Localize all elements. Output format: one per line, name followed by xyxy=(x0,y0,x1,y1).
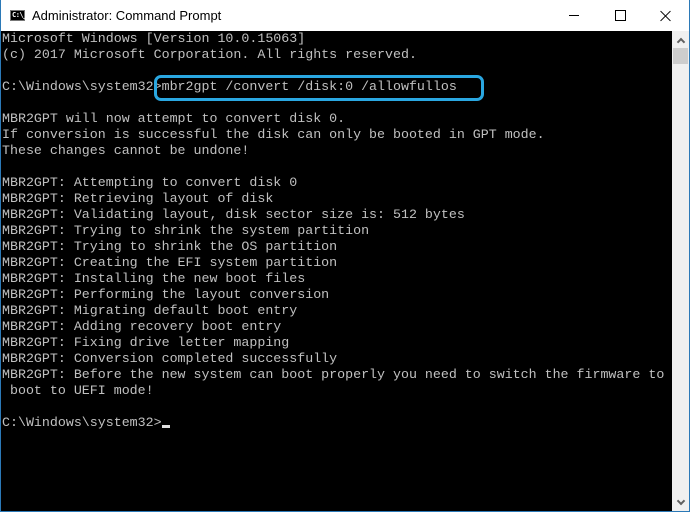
scroll-down-button[interactable] xyxy=(672,494,689,511)
console-line-text: boot to UEFI mode! xyxy=(2,383,154,398)
text-cursor xyxy=(161,425,170,428)
cmd-icon: C:\_ xyxy=(10,10,27,21)
console-line-text: MBR2GPT: Conversion completed successful… xyxy=(2,351,338,366)
console-line-text: MBR2GPT: Adding recovery boot entry xyxy=(2,319,282,334)
console-line: MBR2GPT: Trying to shrink the system par… xyxy=(2,223,664,239)
console-line: MBR2GPT: Conversion completed successful… xyxy=(2,351,664,367)
console-line: If conversion is successful the disk can… xyxy=(2,127,664,143)
console-line-text: MBR2GPT: Fixing drive letter mapping xyxy=(2,335,290,350)
console-line: These changes cannot be undone! xyxy=(2,143,664,159)
console-line-text: MBR2GPT: Retrieving layout of disk xyxy=(2,191,274,206)
title-bar[interactable]: C:\_ Administrator: Command Prompt xyxy=(1,0,689,31)
command-prompt-window: C:\_ Administrator: Command Prompt Micro… xyxy=(0,0,690,512)
console-line: MBR2GPT: Adding recovery boot entry xyxy=(2,319,664,335)
console-line: MBR2GPT: Retrieving layout of disk xyxy=(2,191,664,207)
console-line-text: MBR2GPT: Migrating default boot entry xyxy=(2,303,298,318)
prompt-line: C:\Windows\system32> xyxy=(2,415,664,431)
console-line: Microsoft Windows [Version 10.0.15063] xyxy=(2,31,664,47)
console-line: MBR2GPT: Trying to shrink the OS partiti… xyxy=(2,239,664,255)
console-line-text: C:\Windows\system32> xyxy=(2,415,162,430)
console-line: MBR2GPT: Migrating default boot entry xyxy=(2,303,664,319)
console-line-text: MBR2GPT will now attempt to convert disk… xyxy=(2,111,346,126)
minimize-icon xyxy=(569,15,579,16)
console-line: MBR2GPT: Fixing drive letter mapping xyxy=(2,335,664,351)
close-button[interactable] xyxy=(643,0,689,31)
scrollbar-thumb[interactable] xyxy=(673,48,688,64)
console-line: MBR2GPT: Installing the new boot files xyxy=(2,271,664,287)
command-highlight-box xyxy=(154,75,484,101)
console-line-text: MBR2GPT: Trying to shrink the system par… xyxy=(2,223,370,238)
scroll-up-arrow-icon xyxy=(676,37,685,46)
console-line-text: MBR2GPT: Trying to shrink the OS partiti… xyxy=(2,239,338,254)
vertical-scrollbar[interactable] xyxy=(672,31,689,511)
console-output[interactable]: Microsoft Windows [Version 10.0.15063] (c… xyxy=(1,31,672,511)
minimize-button[interactable] xyxy=(551,0,597,31)
console-line-text: MBR2GPT: Validating layout, disk sector … xyxy=(2,207,465,222)
console-line-text: If conversion is successful the disk can… xyxy=(2,127,545,142)
console-line: (c) 2017 Microsoft Corporation. All righ… xyxy=(2,47,664,63)
console-line-text: (c) 2017 Microsoft Corporation. All righ… xyxy=(2,47,417,62)
console-line-text: MBR2GPT: Installing the new boot files xyxy=(2,271,306,286)
console-line-text: MBR2GPT: Creating the EFI system partiti… xyxy=(2,255,338,270)
console-line-text: These changes cannot be undone! xyxy=(2,143,250,158)
console-line-text: MBR2GPT: Before the new system can boot … xyxy=(2,367,665,382)
console-line: MBR2GPT will now attempt to convert disk… xyxy=(2,111,664,127)
scroll-down-arrow-icon xyxy=(676,496,685,505)
scroll-up-button[interactable] xyxy=(672,31,689,48)
close-icon xyxy=(660,10,672,22)
console-line-text: MBR2GPT: Performing the layout conversio… xyxy=(2,287,330,302)
cmd-icon-glyph: C:\_ xyxy=(12,11,27,19)
console-line: boot to UEFI mode! xyxy=(2,383,664,399)
console-line-text: MBR2GPT: Attempting to convert disk 0 xyxy=(2,175,298,190)
maximize-icon xyxy=(614,10,626,21)
console-line: MBR2GPT: Attempting to convert disk 0 xyxy=(2,175,664,191)
console-line: MBR2GPT: Creating the EFI system partiti… xyxy=(2,255,664,271)
window-title: Administrator: Command Prompt xyxy=(32,8,222,23)
console-line: MBR2GPT: Performing the layout conversio… xyxy=(2,287,664,303)
console-line: MBR2GPT: Validating layout, disk sector … xyxy=(2,207,664,223)
maximize-button[interactable] xyxy=(597,0,643,31)
console-line: MBR2GPT: Before the new system can boot … xyxy=(2,367,664,383)
console-line-text: Microsoft Windows [Version 10.0.15063] xyxy=(2,31,306,46)
